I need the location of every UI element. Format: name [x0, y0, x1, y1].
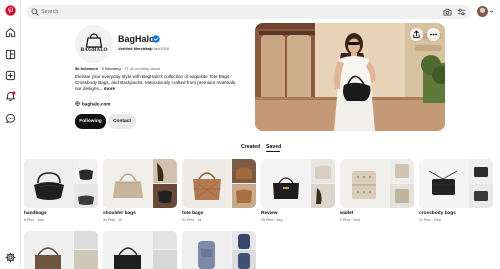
board-meta: 6 Pins · 1mo — [24, 218, 44, 222]
board-cover[interactable] — [103, 159, 177, 208]
profile-handle: BagHalo2016 — [145, 46, 170, 51]
website-text: baghalo.com — [82, 101, 111, 107]
search-input[interactable] — [41, 5, 421, 19]
board-cover-image — [182, 231, 256, 269]
left-nav-rail — [0, 0, 21, 269]
bio-text: Elevate your everyday style with BagHalo… — [75, 74, 237, 91]
board-age: 3wy — [276, 218, 283, 222]
board-cover-image — [340, 159, 414, 208]
board-pin-count: 34 Pins — [103, 218, 115, 222]
monthly-views: 71.4k monthly views — [124, 66, 161, 71]
followers-count[interactable]: 5k followers — [75, 66, 98, 71]
profile-avatar: BAGHALO — [75, 25, 113, 63]
board-title: crossbody bags — [419, 211, 456, 216]
chevron-down-icon[interactable] — [489, 9, 494, 14]
board-cover-image — [182, 159, 256, 208]
board-card[interactable]: shoulder bags 34 Pins · 1h — [103, 159, 177, 222]
board-title: tote bags — [182, 211, 204, 216]
board-pin-count: 21 Pins — [182, 218, 194, 222]
board-cover-image — [419, 159, 493, 208]
board-cover-image — [24, 231, 98, 269]
board-pin-count: 25 Pins — [261, 218, 273, 222]
board-cover-image — [103, 231, 177, 269]
pinterest-logo-icon[interactable] — [5, 5, 16, 16]
more-dots-icon — [430, 33, 437, 36]
search-icon — [31, 8, 39, 16]
board-title: wallet — [340, 211, 354, 216]
explore-icon[interactable] — [5, 49, 16, 60]
board-cover-image — [261, 159, 335, 208]
active-tab-indicator — [266, 151, 280, 153]
board-age: 1h — [118, 218, 123, 222]
board-cover[interactable] — [24, 159, 98, 208]
following-count[interactable]: 0 following — [102, 66, 121, 71]
board-age: 2mo — [433, 218, 441, 222]
search-bar[interactable] — [27, 5, 471, 19]
board-meta: 34 Pins · 1h — [103, 218, 122, 222]
board-age: 1mo — [37, 218, 45, 222]
board-cover-image — [24, 159, 98, 208]
board-card[interactable] — [24, 231, 98, 269]
board-title: Review — [261, 211, 278, 216]
messages-icon[interactable] — [5, 113, 16, 124]
board-card[interactable] — [182, 231, 256, 269]
board-cover[interactable] — [261, 159, 335, 208]
board-meta: 25 Pins · 3wy — [261, 218, 283, 222]
tab-created[interactable]: Created — [241, 144, 260, 150]
profile-name: BagHalo — [118, 34, 155, 44]
board-cover[interactable] — [182, 159, 256, 208]
board-cover[interactable] — [419, 159, 493, 208]
board-meta: 21 Pins · 1d — [182, 218, 201, 222]
bio-more-link[interactable]: more — [104, 86, 115, 91]
share-icon — [413, 30, 420, 39]
camera-search-icon[interactable] — [443, 8, 452, 16]
website-link[interactable]: baghalo.com — [75, 101, 110, 106]
share-button[interactable] — [410, 28, 423, 41]
globe-icon — [75, 101, 80, 106]
logo-wordmark: BAGHALO — [80, 48, 108, 53]
board-pin-count: 6 Pins — [24, 218, 34, 222]
board-age: 2mo — [353, 218, 361, 222]
board-card[interactable]: tote bags 21 Pins · 1d — [182, 159, 256, 222]
more-options-button[interactable] — [427, 28, 440, 41]
contact-button[interactable]: Contact — [108, 114, 136, 129]
user-avatar[interactable] — [477, 6, 488, 17]
board-meta: 5 Pins · 2mo — [340, 218, 360, 222]
board-title: shoulder bags — [103, 211, 136, 216]
notifications-icon[interactable] — [5, 91, 16, 102]
board-pin-count: 5 Pins — [340, 218, 350, 222]
board-pin-count: 11 Pins — [419, 218, 431, 222]
board-card[interactable]: wallet 5 Pins · 2mo — [340, 159, 414, 222]
profile-bio: Elevate your everyday style with BagHalo… — [75, 74, 243, 92]
board-card[interactable] — [103, 231, 177, 269]
top-bar — [27, 5, 494, 19]
filter-icon[interactable] — [457, 8, 466, 16]
board-card[interactable]: handbags 6 Pins · 1mo — [24, 159, 98, 222]
board-card[interactable]: crossbody bags 11 Pins · 2mo — [419, 159, 493, 222]
board-age: 1d — [197, 218, 202, 222]
board-card[interactable]: Review 25 Pins · 3wy — [261, 159, 335, 222]
home-icon[interactable] — [5, 27, 16, 38]
board-cover-image — [103, 159, 177, 208]
verified-badge-icon — [152, 35, 160, 43]
tab-saved[interactable]: Saved — [266, 144, 281, 150]
create-icon[interactable] — [5, 70, 16, 81]
profile-stats: 5k followers · 0 following · 71.4k month… — [75, 66, 160, 71]
board-meta: 11 Pins · 2mo — [419, 218, 441, 222]
board-cover[interactable] — [340, 159, 414, 208]
board-title: handbags — [24, 211, 47, 216]
settings-icon[interactable] — [5, 252, 16, 263]
baghalo-logo — [85, 33, 103, 48]
following-button[interactable]: Following — [75, 114, 106, 129]
